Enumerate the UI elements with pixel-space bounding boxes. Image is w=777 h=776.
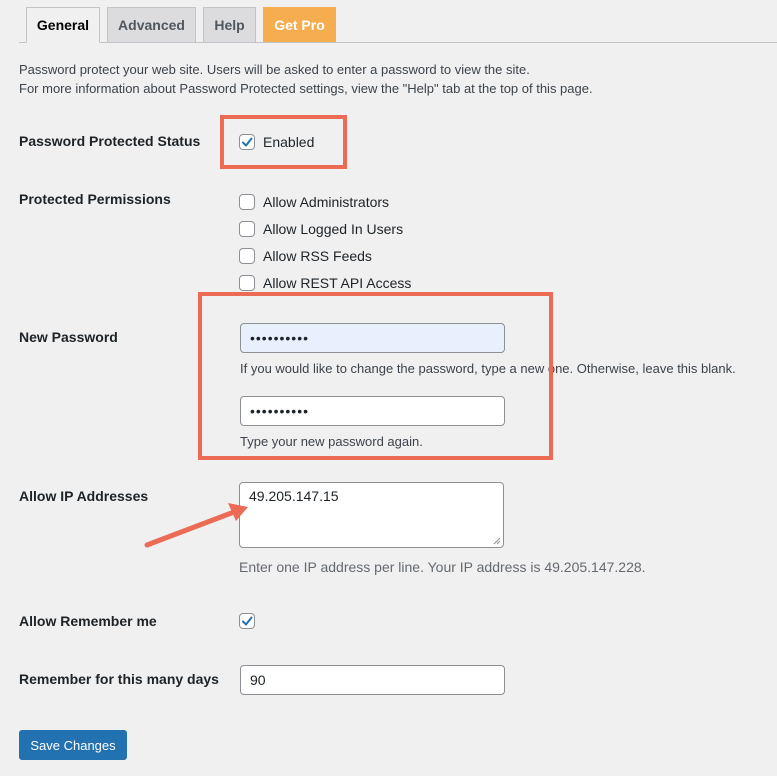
save-changes-button[interactable]: Save Changes [19, 730, 127, 760]
ip-addresses-textarea[interactable]: 49.205.147.15 [239, 482, 504, 548]
tab-help[interactable]: Help [203, 7, 256, 42]
annotation-arrow-icon [144, 503, 248, 548]
ip-addresses-hint: Enter one IP address per line. Your IP a… [239, 559, 646, 575]
allow-rss-feeds-checkbox[interactable] [239, 248, 255, 264]
checkmark-icon [242, 616, 253, 626]
tab-bar: General Advanced Help Get Pro [0, 0, 777, 43]
allow-logged-in-users-label: Allow Logged In Users [263, 221, 404, 237]
tab-get-pro[interactable]: Get Pro [263, 7, 336, 42]
remember-me-checkbox[interactable] [239, 613, 255, 629]
new-password-label: New Password [19, 329, 118, 345]
remember-days-label: Remember for this many days [19, 671, 219, 687]
allow-administrators-label: Allow Administrators [263, 194, 390, 210]
annotation-box-password [198, 292, 553, 460]
ip-addresses-label: Allow IP Addresses [19, 488, 149, 504]
allow-logged-in-users-checkbox[interactable] [239, 221, 255, 237]
permissions-label: Protected Permissions [19, 191, 171, 207]
tab-general[interactable]: General [26, 7, 100, 43]
intro-line-1: Password protect your web site. Users wi… [19, 62, 530, 77]
resize-handle-icon[interactable] [493, 537, 501, 545]
remember-days-input[interactable]: 90 [240, 665, 505, 695]
tab-divider [19, 42, 777, 43]
allow-rest-api-checkbox[interactable] [239, 275, 255, 291]
annotation-box-status [220, 115, 347, 169]
remember-days-value: 90 [250, 672, 266, 688]
intro-line-2: For more information about Password Prot… [19, 81, 593, 96]
allow-administrators-checkbox[interactable] [239, 194, 255, 210]
remember-me-label: Allow Remember me [19, 613, 157, 629]
tab-advanced[interactable]: Advanced [107, 7, 196, 42]
allow-rest-api-label: Allow REST API Access [263, 275, 412, 291]
allow-rss-feeds-label: Allow RSS Feeds [263, 248, 372, 264]
status-label: Password Protected Status [19, 133, 201, 149]
ip-addresses-value: 49.205.147.15 [249, 488, 339, 504]
